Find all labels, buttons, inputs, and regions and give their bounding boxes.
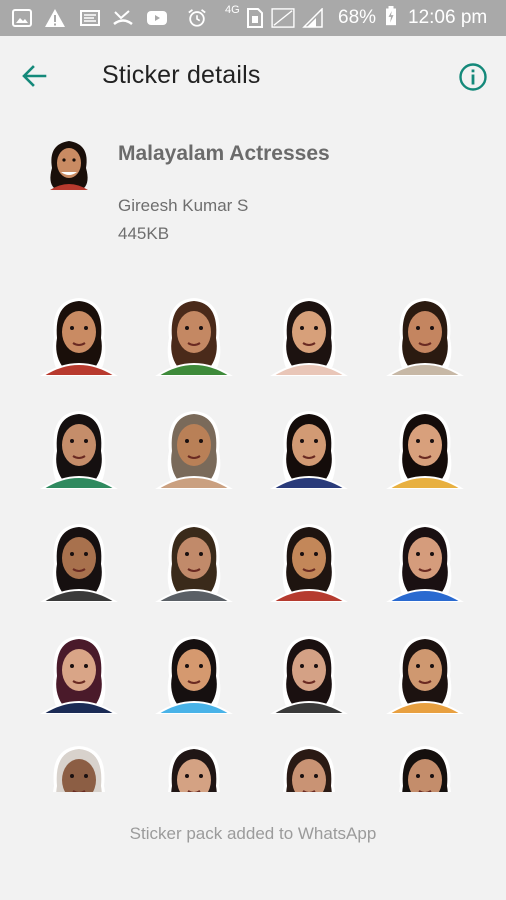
sticker-image: [53, 746, 105, 792]
sticker-18[interactable]: [153, 740, 235, 822]
sticker-17[interactable]: [38, 740, 120, 822]
sticker-image: [155, 636, 233, 714]
alarm-icon: [188, 9, 206, 27]
battery-charging-icon: [386, 6, 396, 26]
status-bar: 4G 68% 12:06 pm: [0, 0, 506, 36]
pack-added-status: Sticker pack added to WhatsApp: [129, 824, 377, 843]
sticker-image: [155, 298, 233, 376]
warning-icon: [45, 9, 65, 27]
sticker-3[interactable]: [268, 292, 350, 376]
signal-strength-icon: [302, 8, 323, 28]
sim-icon: [247, 8, 263, 28]
flipboard-icon: [80, 10, 100, 26]
pack-size: 445KB: [118, 224, 170, 243]
sticker-image: [399, 746, 451, 792]
sticker-19[interactable]: [268, 740, 350, 822]
info-button[interactable]: [456, 60, 490, 94]
sticker-image: [155, 411, 233, 489]
sticker-7[interactable]: [268, 405, 350, 489]
sticker-16[interactable]: [384, 630, 466, 714]
missed-call-icon: [113, 10, 133, 26]
sticker-12[interactable]: [384, 518, 466, 602]
sticker-8[interactable]: [384, 405, 466, 489]
sticker-5[interactable]: [38, 405, 120, 489]
youtube-icon: [147, 11, 167, 25]
sticker-15[interactable]: [268, 630, 350, 714]
sticker-6[interactable]: [153, 405, 235, 489]
arrow-back-icon: [22, 65, 47, 87]
sticker-image: [40, 524, 118, 602]
sticker-image: [270, 298, 348, 376]
sticker-20[interactable]: [384, 740, 466, 822]
sticker-image: [386, 524, 464, 602]
sticker-image: [168, 746, 220, 792]
sticker-image: [40, 411, 118, 489]
sticker-image: [155, 524, 233, 602]
sticker-image: [270, 411, 348, 489]
sticker-14[interactable]: [153, 630, 235, 714]
signal-empty-icon: [271, 8, 295, 28]
sticker-image: [386, 298, 464, 376]
sticker-image: [283, 746, 335, 792]
sticker-image: [270, 636, 348, 714]
network-type-label: 4G: [225, 4, 240, 16]
sticker-image: [270, 524, 348, 602]
sticker-image: [386, 636, 464, 714]
pack-tray-icon: [44, 138, 94, 190]
sticker-11[interactable]: [268, 518, 350, 602]
pack-name: Malayalam Actresses: [118, 142, 330, 165]
sticker-2[interactable]: [153, 292, 235, 376]
gallery-icon: [12, 9, 32, 27]
sticker-4[interactable]: [384, 292, 466, 376]
pack-author: Gireesh Kumar S: [118, 196, 249, 215]
sticker-10[interactable]: [153, 518, 235, 602]
app-bar: Sticker details: [0, 36, 506, 116]
page-title: Sticker details: [102, 61, 261, 89]
battery-percent: 68%: [338, 7, 377, 28]
sticker-13[interactable]: [38, 630, 120, 714]
clock: 12:06 pm: [408, 7, 488, 28]
info-icon: [459, 63, 487, 91]
sticker-image: [40, 636, 118, 714]
sticker-9[interactable]: [38, 518, 120, 602]
sticker-image: [386, 411, 464, 489]
sticker-image: [40, 298, 118, 376]
sticker-1[interactable]: [38, 292, 120, 376]
back-button[interactable]: [14, 58, 54, 94]
